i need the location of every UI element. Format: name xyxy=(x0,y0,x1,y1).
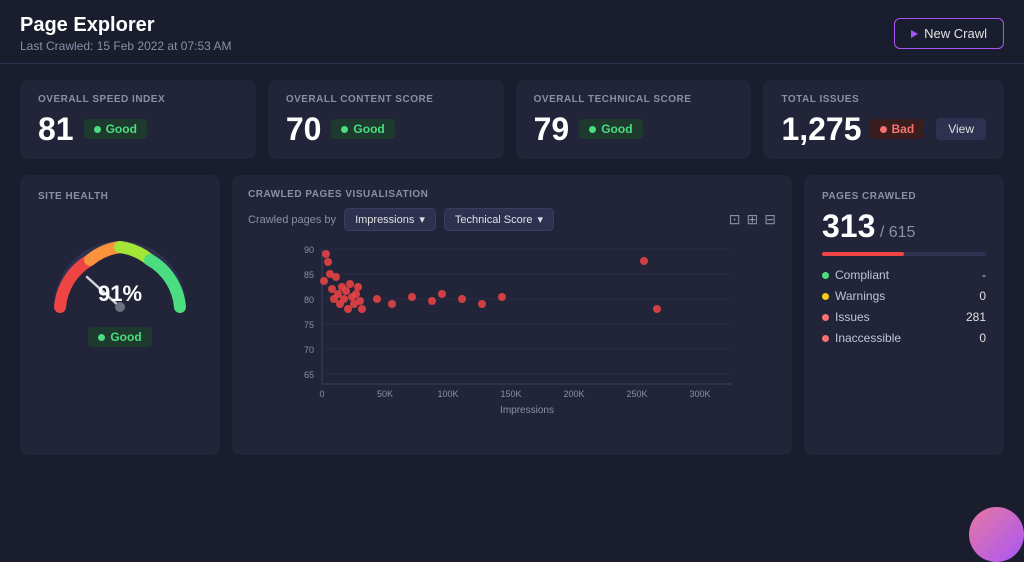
play-icon xyxy=(911,30,918,38)
chart-icon-2[interactable]: ⊞ xyxy=(747,211,759,228)
stat-row-warnings: Warnings 0 xyxy=(822,289,986,303)
header: Page Explorer Last Crawled: 15 Feb 2022 … xyxy=(0,0,1024,64)
total-issues-value-row: 1,275 Bad View xyxy=(781,113,986,145)
warnings-dot xyxy=(822,293,829,300)
svg-text:300K: 300K xyxy=(689,389,710,399)
pages-crawled-title: PAGES CRAWLED xyxy=(822,191,986,202)
visualisation-card: CRAWLED PAGES VISUALISATION Crawled page… xyxy=(232,175,792,455)
svg-text:80: 80 xyxy=(304,295,314,305)
inaccessible-value: 0 xyxy=(979,331,986,345)
stat-row-issues: Issues 281 xyxy=(822,310,986,324)
site-health-card: SITE HEALTH 91% xyxy=(20,175,220,455)
technical-dot xyxy=(589,126,596,133)
technical-score-value: 79 xyxy=(534,113,570,145)
last-crawled: Last Crawled: 15 Feb 2022 at 07:53 AM xyxy=(20,39,231,53)
chart-icon-1[interactable]: ⊡ xyxy=(729,211,741,228)
pages-crawled-count: 313 xyxy=(822,208,875,244)
content-dot xyxy=(341,126,348,133)
svg-text:90: 90 xyxy=(304,245,314,255)
gauge-percent: 91% xyxy=(98,281,142,307)
content-score-badge: Good xyxy=(331,119,394,139)
svg-text:85: 85 xyxy=(304,270,314,280)
chart-icon-3[interactable]: ⊟ xyxy=(764,211,776,228)
header-left: Page Explorer Last Crawled: 15 Feb 2022 … xyxy=(20,14,231,53)
scatter-svg: 90 85 80 75 70 65 0 50K 100K 150K 200K 2… xyxy=(248,239,776,419)
speed-index-value-row: 81 Good xyxy=(38,113,238,145)
stat-rows: Compliant - Warnings 0 Issues xyxy=(822,268,986,345)
warnings-value: 0 xyxy=(979,289,986,303)
content-score-value: 70 xyxy=(286,113,322,145)
progress-fill xyxy=(822,252,904,256)
visualisation-title: CRAWLED PAGES VISUALISATION xyxy=(248,189,776,200)
content-score-card: OVERALL CONTENT SCORE 70 Good xyxy=(268,80,504,159)
svg-text:0: 0 xyxy=(319,389,324,399)
site-health-badge: Good xyxy=(88,327,151,347)
issues-stat-dot xyxy=(822,314,829,321)
technical-score-card: OVERALL TECHNICAL SCORE 79 Good xyxy=(516,80,752,159)
chart-icons: ⊡ ⊞ ⊟ xyxy=(729,211,776,228)
svg-text:65: 65 xyxy=(304,370,314,380)
svg-text:50K: 50K xyxy=(377,389,393,399)
total-issues-badge: Bad xyxy=(870,119,925,139)
pages-crawled-total: / 615 xyxy=(880,224,916,241)
svg-text:Impressions: Impressions xyxy=(500,405,554,416)
total-issues-title: TOTAL ISSUES xyxy=(781,94,986,105)
technical-score-title: OVERALL TECHNICAL SCORE xyxy=(534,94,734,105)
speed-index-value: 81 xyxy=(38,113,74,145)
total-issues-card: TOTAL ISSUES 1,275 Bad View xyxy=(763,80,1004,159)
svg-text:70: 70 xyxy=(304,345,314,355)
site-health-dot xyxy=(98,334,105,341)
stat-row-inaccessible: Inaccessible 0 xyxy=(822,331,986,345)
pages-crawled-card: PAGES CRAWLED 313 / 615 Compliant - xyxy=(804,175,1004,455)
stat-row-compliant: Compliant - xyxy=(822,268,986,282)
speed-index-badge: Good xyxy=(84,119,147,139)
issues-stat-value: 281 xyxy=(966,310,986,324)
technical-score-badge: Good xyxy=(579,119,642,139)
compliant-label: Compliant xyxy=(835,268,889,282)
speed-index-card: OVERALL SPEED INDEX 81 Good xyxy=(20,80,256,159)
issues-dot xyxy=(880,126,887,133)
speed-index-title: OVERALL SPEED INDEX xyxy=(38,94,238,105)
impressions-dropdown[interactable]: Impressions ▾ xyxy=(344,208,436,231)
site-health-title: SITE HEALTH xyxy=(38,191,108,202)
inaccessible-dot xyxy=(822,335,829,342)
content-score-value-row: 70 Good xyxy=(286,113,486,145)
main-content: OVERALL SPEED INDEX 81 Good OVERALL CONT… xyxy=(0,64,1024,471)
compliant-dot xyxy=(822,272,829,279)
svg-text:75: 75 xyxy=(304,320,314,330)
pages-crawled-numbers: 313 / 615 xyxy=(822,210,986,242)
issues-label: Issues xyxy=(835,310,870,324)
technical-score-value-row: 79 Good xyxy=(534,113,734,145)
technical-score-dropdown[interactable]: Technical Score ▾ xyxy=(444,208,554,231)
page-title: Page Explorer xyxy=(20,14,231,37)
svg-text:100K: 100K xyxy=(437,389,458,399)
inaccessible-label: Inaccessible xyxy=(835,331,901,345)
svg-text:250K: 250K xyxy=(626,389,647,399)
speed-dot xyxy=(94,126,101,133)
total-issues-value: 1,275 xyxy=(781,113,861,145)
svg-text:200K: 200K xyxy=(563,389,584,399)
gauge-container: 91% xyxy=(45,222,195,317)
progress-bar xyxy=(822,252,986,256)
new-crawl-button[interactable]: New Crawl xyxy=(894,18,1004,49)
svg-text:150K: 150K xyxy=(500,389,521,399)
content-score-title: OVERALL CONTENT SCORE xyxy=(286,94,486,105)
visualisation-controls: Crawled pages by Impressions ▾ Technical… xyxy=(248,208,776,231)
compliant-value: - xyxy=(982,268,986,282)
scatter-chart: 90 85 80 75 70 65 0 50K 100K 150K 200K 2… xyxy=(248,239,776,419)
bottom-row: SITE HEALTH 91% xyxy=(20,175,1004,455)
score-cards-row: OVERALL SPEED INDEX 81 Good OVERALL CONT… xyxy=(20,80,1004,159)
crawled-by-label: Crawled pages by xyxy=(248,214,336,226)
avatar[interactable] xyxy=(969,507,1024,562)
warnings-label: Warnings xyxy=(835,289,885,303)
view-issues-button[interactable]: View xyxy=(936,118,986,140)
